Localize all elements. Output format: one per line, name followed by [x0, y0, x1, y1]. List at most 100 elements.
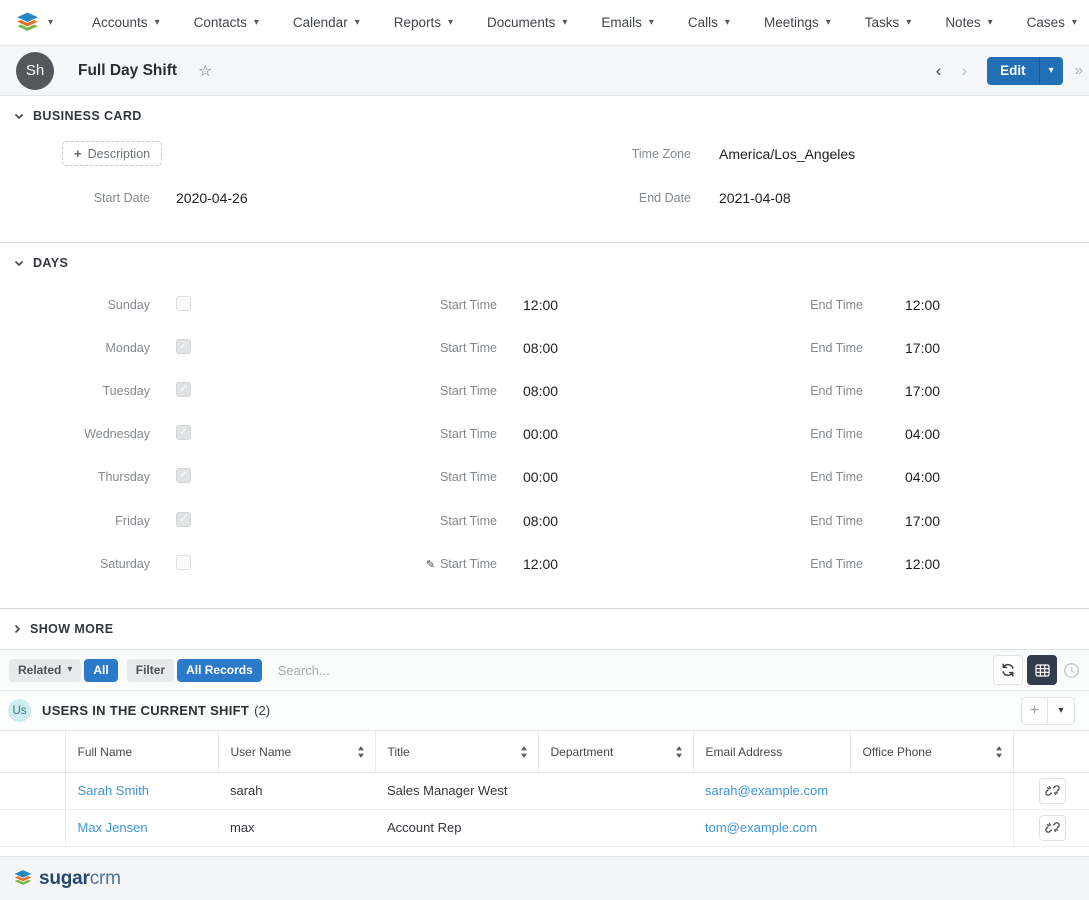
end-date-value[interactable]: 2021-04-08	[691, 190, 1089, 206]
end-time-value[interactable]: 12:00	[863, 556, 1089, 572]
full-name-link[interactable]: Sarah Smith	[78, 783, 150, 798]
start-time-value[interactable]: 12:00	[497, 297, 607, 313]
day-checkbox[interactable]	[176, 382, 191, 397]
office-phone-cell	[850, 809, 1013, 846]
column-title[interactable]: Title	[375, 731, 538, 772]
email-link[interactable]: tom@example.com	[705, 820, 817, 835]
days-rows: Sunday Start Time 12:00 End Time 12:00 M…	[0, 283, 1089, 608]
end-time-value[interactable]: 17:00	[863, 340, 1089, 356]
business-card-section: BUSINESS CARD + Description Time Zone Am…	[0, 96, 1089, 206]
related-dropdown[interactable]: Related ▾	[9, 659, 81, 682]
column-label: User Name	[231, 745, 292, 759]
start-time-value[interactable]: 08:00	[497, 513, 607, 529]
end-time-value[interactable]: 04:00	[863, 426, 1089, 442]
related-label: Related	[18, 663, 61, 677]
end-time-value[interactable]: 17:00	[863, 513, 1089, 529]
column-label: Full Name	[78, 745, 133, 759]
nav-item-accounts[interactable]: Accounts▾	[75, 15, 177, 30]
unlink-icon	[1045, 783, 1060, 798]
chevron-down-icon: ▾	[67, 665, 72, 675]
related-value-pill[interactable]: All	[84, 659, 117, 682]
start-time-label: Start Time	[196, 470, 497, 484]
time-zone-value[interactable]: America/Los_Angeles	[691, 146, 1089, 162]
start-time-value[interactable]: 12:00	[497, 556, 607, 572]
department-cell	[538, 809, 693, 846]
sugarcrm-logo[interactable]: sugarcrm	[12, 868, 121, 890]
nav-item-notes[interactable]: Notes▾	[928, 15, 1009, 30]
start-date-value[interactable]: 2020-04-26	[150, 190, 545, 206]
chevron-down-icon: ▾	[1072, 18, 1077, 28]
unlink-record-button[interactable]	[1039, 778, 1066, 804]
column-office-phone[interactable]: Office Phone	[850, 731, 1013, 772]
end-time-value[interactable]: 04:00	[863, 469, 1089, 485]
add-description-button[interactable]: + Description	[62, 141, 162, 166]
day-row-monday: Monday Start Time 08:00 End Time 17:00	[0, 326, 1089, 369]
nav-item-reports[interactable]: Reports▾	[377, 15, 470, 30]
filter-dropdown[interactable]: Filter	[127, 659, 174, 682]
start-time-value[interactable]: 08:00	[497, 383, 607, 399]
edit-pencil-icon[interactable]: ✎	[426, 559, 435, 571]
users-panel-header: Us USERS IN THE CURRENT SHIFT (2) + ▾	[0, 691, 1089, 731]
nav-item-cases[interactable]: Cases▾	[1010, 15, 1089, 30]
row-select-cell	[0, 809, 65, 846]
favorite-star-icon[interactable]: ☆	[198, 61, 212, 81]
day-label: Wednesday	[0, 427, 150, 441]
filter-value-pill[interactable]: All Records	[177, 659, 262, 682]
next-record-button[interactable]: ›	[951, 61, 977, 81]
nav-item-documents[interactable]: Documents▾	[470, 15, 584, 30]
nav-label: Calls	[688, 15, 718, 30]
nav-item-meetings[interactable]: Meetings▾	[747, 15, 848, 30]
day-label: Tuesday	[0, 384, 150, 398]
show-more-toggle[interactable]: SHOW MORE	[0, 609, 1089, 650]
list-view-icon	[1035, 664, 1050, 677]
user-name-cell: sarah	[218, 772, 375, 809]
business-card-header[interactable]: BUSINESS CARD	[0, 96, 1089, 123]
column-department[interactable]: Department	[538, 731, 693, 772]
chevron-down-icon: ▾	[254, 18, 259, 28]
column-full-name[interactable]: Full Name	[65, 731, 218, 772]
section-title-text: DAYS	[33, 256, 68, 270]
chevron-down-icon: ▾	[355, 18, 360, 28]
day-row-wednesday: Wednesday Start Time 00:00 End Time 04:0…	[0, 413, 1089, 456]
end-time-value[interactable]: 12:00	[863, 297, 1089, 313]
add-user-button[interactable]: +	[1021, 697, 1048, 725]
day-checkbox[interactable]	[176, 339, 191, 354]
day-checkbox[interactable]	[176, 425, 191, 440]
start-time-value[interactable]: 00:00	[497, 426, 607, 442]
collapse-panel-icon[interactable]: »	[1075, 62, 1081, 79]
start-time-value[interactable]: 08:00	[497, 340, 607, 356]
nav-item-calendar[interactable]: Calendar▾	[276, 15, 377, 30]
start-time-value[interactable]: 00:00	[497, 469, 607, 485]
day-checkbox[interactable]	[176, 512, 191, 527]
nav-item-tasks[interactable]: Tasks▾	[848, 15, 929, 30]
nav-item-calls[interactable]: Calls▾	[671, 15, 747, 30]
end-time-label: End Time	[607, 514, 863, 528]
brand-text-secondary: crm	[90, 868, 121, 889]
day-checkbox[interactable]	[176, 468, 191, 483]
search-input[interactable]	[278, 663, 977, 678]
unlink-icon	[1045, 820, 1060, 835]
app-menu-button[interactable]: ▾	[14, 10, 53, 36]
nav-item-emails[interactable]: Emails▾	[584, 15, 671, 30]
record-header: Sh Full Day Shift ☆ ‹ › Edit ▾ »	[0, 46, 1089, 96]
day-checkbox[interactable]	[176, 555, 191, 570]
days-header[interactable]: DAYS	[0, 243, 1089, 270]
app-footer: sugarcrm	[0, 856, 1089, 900]
chevron-down-icon: ▾	[155, 18, 160, 28]
edit-button[interactable]: Edit	[987, 57, 1039, 85]
panel-actions-caret[interactable]: ▾	[1048, 697, 1075, 725]
list-view-toggle-button[interactable]	[1027, 655, 1057, 685]
nav-item-contacts[interactable]: Contacts▾	[177, 15, 276, 30]
previous-record-button[interactable]: ‹	[926, 61, 952, 81]
chevron-down-icon: ▾	[906, 18, 911, 28]
column-email-address[interactable]: Email Address	[693, 731, 850, 772]
unlink-record-button[interactable]	[1039, 815, 1066, 841]
email-link[interactable]: sarah@example.com	[705, 783, 828, 798]
column-user-name[interactable]: User Name	[218, 731, 375, 772]
end-time-value[interactable]: 17:00	[863, 383, 1089, 399]
edit-actions-caret[interactable]: ▾	[1039, 57, 1063, 85]
full-name-link[interactable]: Max Jensen	[78, 820, 148, 835]
day-checkbox[interactable]	[176, 296, 191, 311]
refresh-button[interactable]	[993, 655, 1023, 685]
activity-timeline-button[interactable]	[1063, 662, 1080, 679]
